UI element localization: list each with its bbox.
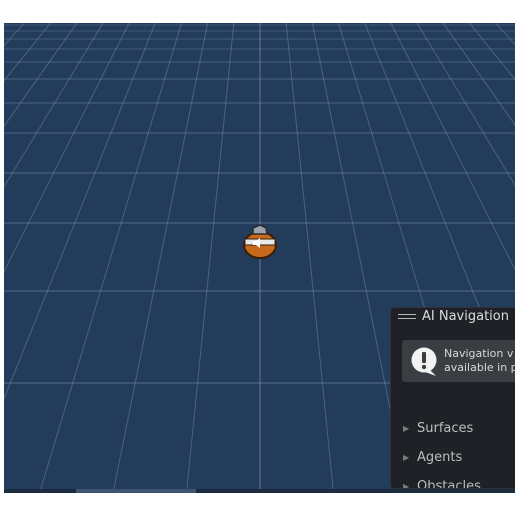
info-message-line2: available in p: [444, 361, 515, 374]
scene-viewport[interactable]: AI Navigation Navigation v available in …: [4, 23, 515, 493]
info-message-box: Navigation v available in p: [402, 340, 515, 382]
section-agents[interactable]: ▶ Agents: [391, 449, 515, 471]
ai-navigation-overlay: AI Navigation Navigation v available in …: [390, 307, 515, 489]
section-obstacles[interactable]: ▶ Obstacles: [391, 478, 515, 489]
section-label: Surfaces: [417, 421, 474, 436]
section-label: Agents: [417, 450, 463, 465]
warning-icon: [411, 347, 437, 376]
expand-arrow-icon: ▶: [403, 482, 410, 489]
drag-handle-icon[interactable]: [398, 314, 416, 320]
info-message-text: Navigation v available in p: [444, 347, 515, 375]
section-surfaces[interactable]: ▶ Surfaces: [391, 420, 515, 442]
panel-header[interactable]: AI Navigation: [391, 308, 515, 330]
expand-arrow-icon: ▶: [403, 453, 410, 462]
info-message-line1: Navigation v: [444, 347, 514, 360]
section-label: Obstacles: [417, 479, 481, 489]
scene-scrollbar-thumb[interactable]: [76, 489, 196, 493]
expand-arrow-icon: ▶: [403, 424, 410, 433]
panel-title: AI Navigation: [422, 309, 509, 324]
audio-source-icon[interactable]: [240, 222, 280, 260]
